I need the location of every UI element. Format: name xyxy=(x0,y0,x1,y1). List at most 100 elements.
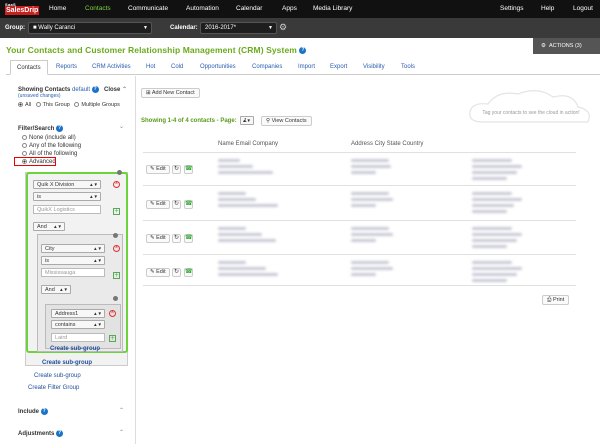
chevron-up-icon[interactable]: ⌃ xyxy=(119,429,124,436)
help-icon[interactable]: ? xyxy=(299,47,307,55)
plus-icon[interactable]: + xyxy=(109,335,116,342)
nav-logout[interactable]: Logout xyxy=(573,5,593,12)
add-new-contact-button[interactable]: ⊞ Add New Contact xyxy=(141,88,200,98)
print-button[interactable]: ⎙ Print xyxy=(542,295,570,305)
tab-hot[interactable]: Hot xyxy=(146,64,155,70)
edit-button[interactable]: ✎ Edit xyxy=(146,200,170,209)
phone-icon[interactable]: ☎ xyxy=(184,200,193,209)
edit-button[interactable]: ✎ Edit xyxy=(146,165,170,174)
calendar-select[interactable]: 2016-2017* ▼ xyxy=(200,22,277,34)
refresh-icon[interactable]: ↻ xyxy=(172,268,181,277)
column-header-address[interactable]: Address City State Country xyxy=(351,141,423,147)
group-select[interactable]: ■ Wally Caranci ▼ xyxy=(28,22,152,34)
radio-all-label: All xyxy=(25,102,32,108)
rule2-field-select[interactable]: City ▲▼ xyxy=(41,244,105,253)
refresh-icon[interactable]: ↻ xyxy=(172,200,181,209)
gear-icon[interactable]: ⚙ xyxy=(279,23,287,32)
remove-icon[interactable]: × xyxy=(113,245,120,252)
nav-home[interactable]: Home xyxy=(49,5,66,12)
plus-icon[interactable]: + xyxy=(113,272,120,279)
plus-icon[interactable]: + xyxy=(113,208,120,215)
phone-icon[interactable]: ☎ xyxy=(184,165,193,174)
nav-contacts[interactable]: Contacts xyxy=(85,5,111,12)
create-sub-group-middle[interactable]: Create sub-group xyxy=(42,360,92,366)
tab-companies[interactable]: Companies xyxy=(252,64,282,70)
tab-tools[interactable]: Tools xyxy=(401,64,415,70)
radio-icon xyxy=(22,135,27,140)
showing-count-text: Showing 1-4 of 4 contacts - Page: xyxy=(141,118,237,124)
tab-reports[interactable]: Reports xyxy=(56,64,77,70)
rule2-op-select[interactable]: is ▲▼ xyxy=(41,256,105,265)
page-select[interactable]: 1 ▲▼ xyxy=(240,116,254,125)
remove-icon[interactable]: × xyxy=(109,310,116,317)
edit-button[interactable]: ✎ Edit xyxy=(146,268,170,277)
and2-select[interactable]: And ▲▼ xyxy=(41,285,71,294)
help-icon[interactable]: ? xyxy=(56,125,64,132)
search-icon: ⚲ xyxy=(266,118,271,124)
view-contacts-button[interactable]: ⚲ View Contacts xyxy=(261,116,312,126)
and1-select[interactable]: And ▲▼ xyxy=(33,222,65,231)
view-contacts-label: View Contacts xyxy=(271,118,307,124)
drag-handle-icon[interactable] xyxy=(117,170,122,175)
radio-all[interactable] xyxy=(18,102,23,108)
nav-settings[interactable]: Settings xyxy=(500,5,524,12)
rule3-field-select[interactable]: Address1 ▲▼ xyxy=(51,309,105,318)
radio-this-group[interactable] xyxy=(35,102,41,108)
tab-cold[interactable]: Cold xyxy=(171,64,183,70)
nav-calendar[interactable]: Calendar xyxy=(236,5,262,12)
tab-contacts[interactable]: Contacts xyxy=(10,60,48,75)
rule3-value-input[interactable]: Laird xyxy=(51,333,105,342)
edit-label: Edit xyxy=(156,269,166,275)
tab-visibility[interactable]: Visibility xyxy=(363,64,385,70)
chevron-down-icon[interactable]: ⌄ xyxy=(119,123,124,130)
nav-communicate[interactable]: Communicate xyxy=(128,5,168,12)
include-title-text: Include xyxy=(18,409,40,416)
blurred-text xyxy=(351,273,376,276)
remove-icon[interactable]: × xyxy=(113,181,120,188)
create-sub-group-inner[interactable]: Create sub-group xyxy=(50,346,100,352)
chevron-up-icon: ⌃ xyxy=(122,87,128,93)
chevron-down-icon: ▼ xyxy=(143,25,148,31)
column-header-name[interactable]: Name Email Company xyxy=(218,141,278,147)
rule1-value-input[interactable]: QuikX Logistics xyxy=(33,205,101,214)
blurred-text xyxy=(351,261,389,264)
blurred-text xyxy=(218,233,262,236)
salesdrip-logo[interactable]: SaaS SalesDrip xyxy=(5,2,40,16)
rule1-op-select[interactable]: is ▲▼ xyxy=(33,192,101,201)
nav-apps[interactable]: Apps xyxy=(282,5,297,12)
help-icon[interactable]: ? xyxy=(40,408,48,415)
filter-option-any[interactable]: Any of the following xyxy=(22,143,81,149)
rule2-value-input[interactable]: Mississauga xyxy=(41,268,105,277)
rule1-field-select[interactable]: Quik X Division ▲▼ xyxy=(33,180,101,189)
nav-automation[interactable]: Automation xyxy=(186,5,219,12)
showing-default-link[interactable]: default xyxy=(72,87,90,93)
phone-icon[interactable]: ☎ xyxy=(184,234,193,243)
edit-button[interactable]: ✎ Edit xyxy=(146,234,170,243)
help-icon[interactable]: ? xyxy=(91,86,99,93)
close-link[interactable]: Close ⌃ xyxy=(104,86,127,93)
drag-handle-icon[interactable] xyxy=(113,296,118,301)
drag-handle-icon[interactable] xyxy=(113,233,118,238)
radio-multiple-groups[interactable] xyxy=(74,102,80,108)
blurred-text xyxy=(218,227,246,230)
blurred-text xyxy=(218,171,273,174)
filter-option-none[interactable]: None (include all) xyxy=(22,135,76,141)
refresh-icon[interactable]: ↻ xyxy=(172,234,181,243)
gear-icon: ⚙ xyxy=(541,43,546,49)
tab-opportunities[interactable]: Opportunities xyxy=(200,64,236,70)
nav-help[interactable]: Help xyxy=(541,5,554,12)
blurred-text xyxy=(218,204,278,207)
tab-export[interactable]: Export xyxy=(330,64,347,70)
nav-media-library[interactable]: Media Library xyxy=(313,5,352,12)
phone-icon[interactable]: ☎ xyxy=(184,268,193,277)
actions-button[interactable]: ⚙ ACTIONS (3) xyxy=(533,38,600,54)
create-sub-group-outer[interactable]: Create sub-group xyxy=(34,373,81,379)
tab-import[interactable]: Import xyxy=(298,64,315,70)
tab-crm-activities[interactable]: CRM Activities xyxy=(92,64,131,70)
chevron-up-icon[interactable]: ⌃ xyxy=(119,407,124,414)
blurred-text xyxy=(472,210,507,213)
create-filter-group[interactable]: Create Filter Group xyxy=(28,385,79,391)
help-icon[interactable]: ? xyxy=(56,430,64,437)
rule3-op-select[interactable]: contains ▲▼ xyxy=(51,320,105,329)
refresh-icon[interactable]: ↻ xyxy=(172,165,181,174)
